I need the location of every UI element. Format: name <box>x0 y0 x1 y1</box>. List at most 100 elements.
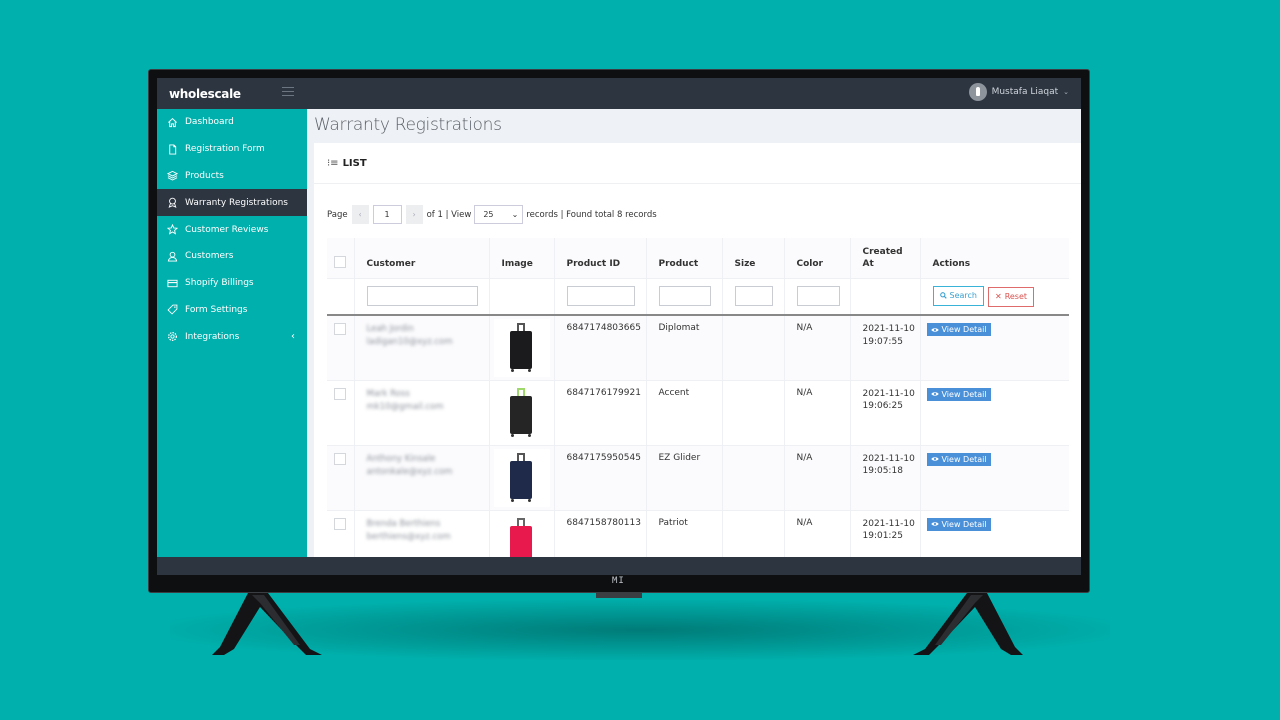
customer-email: mk10@gmail.com <box>366 401 444 412</box>
suitcase-wheel <box>527 433 531 437</box>
column-header-customer[interactable]: Customer <box>353 238 489 278</box>
sidebar-item-shopify-billings[interactable]: Shopify Billings <box>157 270 307 297</box>
tv-brand-logo: MI <box>612 576 625 586</box>
customer-email: ladigan10@xyz.com <box>366 337 453 347</box>
view-detail-button[interactable]: View Detail <box>926 452 991 466</box>
close-icon: ✕ <box>994 292 1002 302</box>
page-number-input[interactable]: 1 <box>372 205 402 224</box>
view-detail-label: View Detail <box>941 325 987 334</box>
sidebar-item-integrations[interactable]: Integrations ‹ <box>157 323 307 350</box>
tv-sensor-notch <box>596 593 642 598</box>
sidebar-item-warranty-registrations[interactable]: Warranty Registrations <box>157 189 307 217</box>
created-at-label: Created At <box>862 246 903 269</box>
view-detail-button[interactable]: View Detail <box>926 323 991 336</box>
suitcase-wheel <box>527 369 531 372</box>
star-icon <box>167 224 178 235</box>
view-detail-label: View Detail <box>941 519 987 529</box>
page-label: Page <box>327 209 348 220</box>
column-header-color[interactable]: Color <box>783 238 850 278</box>
top-navbar: wholescale Mustafa Liaqat ⌄ <box>157 78 1081 109</box>
product-image[interactable] <box>493 319 550 377</box>
filter-cell <box>645 277 722 316</box>
customer-cell: Mark Ross mk10@gmail.com <box>353 380 489 446</box>
search-icon <box>939 292 947 299</box>
created-date: 2021-11-10 <box>862 453 915 464</box>
card-title: LIST <box>342 157 367 169</box>
image-cell <box>488 445 554 511</box>
prev-page-button[interactable]: ‹ <box>351 205 369 224</box>
file-icon <box>167 144 178 155</box>
sidebar: Dashboard Registration Form Products War… <box>157 109 307 557</box>
sidebar-item-label: Customer Reviews <box>185 224 269 235</box>
sidebar-item-label: Shopify Billings <box>185 278 254 289</box>
page-size-value: 25 <box>483 210 494 219</box>
row-checkbox[interactable] <box>334 452 346 465</box>
size-filter-input[interactable] <box>734 286 773 307</box>
sidebar-item-customer-reviews[interactable]: Customer Reviews <box>157 216 307 243</box>
list-card: ⁝≡ LIST Page ‹ 1 › of 1 | View 25 ⌄ reco… <box>314 143 1081 557</box>
row-checkbox[interactable] <box>334 323 346 335</box>
menu-toggle-icon[interactable] <box>282 87 294 97</box>
gear-icon <box>167 331 178 342</box>
reset-button[interactable]: ✕ Reset <box>987 286 1035 307</box>
product-image[interactable] <box>493 448 550 507</box>
sidebar-item-customers[interactable]: Customers <box>157 243 307 270</box>
table-header-row: Customer Image Product ID Product Size C… <box>327 238 1069 278</box>
filter-cell <box>327 277 354 316</box>
view-detail-button[interactable]: View Detail <box>926 387 991 401</box>
product-filter-input[interactable] <box>658 286 711 307</box>
filter-cell <box>849 277 920 316</box>
product-id-filter-input[interactable] <box>566 286 635 307</box>
main-content: Warranty Registrations ⁝≡ LIST Page ‹ 1 … <box>307 109 1081 557</box>
next-page-button[interactable]: › <box>405 205 423 224</box>
sidebar-item-label: Registration Form <box>185 144 265 155</box>
brand-logo[interactable]: wholescale <box>169 87 241 101</box>
customer-cell: Brenda Berthiens berthiens@xyz.com <box>353 510 489 557</box>
created-time: 19:01:25 <box>862 531 903 541</box>
sidebar-item-label: Customers <box>185 251 234 262</box>
color-filter-input[interactable] <box>796 286 840 307</box>
select-all-checkbox[interactable] <box>334 256 346 269</box>
sidebar-item-form-settings[interactable]: Form Settings <box>157 297 307 324</box>
sidebar-item-registration-form[interactable]: Registration Form <box>157 136 307 163</box>
view-detail-label: View Detail <box>941 389 987 399</box>
user-menu[interactable]: Mustafa Liaqat ⌄ <box>968 83 1069 101</box>
search-button[interactable]: Search <box>932 285 984 306</box>
created-date: 2021-11-10 <box>862 518 915 529</box>
product-image[interactable] <box>493 513 550 557</box>
filter-cell <box>721 277 784 316</box>
column-header-created-at[interactable]: Created At <box>849 238 920 278</box>
layers-icon <box>167 170 178 181</box>
suitcase-wheel <box>510 369 514 372</box>
filter-cell <box>783 277 850 316</box>
column-header-product-id[interactable]: Product ID <box>553 238 646 278</box>
sidebar-item-products[interactable]: Products <box>157 163 307 190</box>
column-header-product[interactable]: Product <box>645 238 722 278</box>
product-image[interactable] <box>493 383 550 442</box>
product-cell: Diplomat <box>645 315 722 381</box>
warranty-table: Customer Image Product ID Product Size C… <box>327 238 1069 557</box>
customer-filter-input[interactable] <box>366 286 478 307</box>
sidebar-item-label: Form Settings <box>185 304 248 315</box>
filter-cell: Search ✕ Reset <box>919 277 1069 316</box>
view-detail-button[interactable]: View Detail <box>926 517 991 531</box>
row-checkbox[interactable] <box>334 387 346 400</box>
size-cell <box>721 445 784 511</box>
page-size-select[interactable]: 25 ⌄ <box>474 205 524 224</box>
created-at-cell: 2021-11-10 19:07:55 <box>849 315 920 381</box>
column-header-size[interactable]: Size <box>721 238 784 278</box>
created-date: 2021-11-10 <box>862 388 915 399</box>
row-checkbox[interactable] <box>334 517 346 530</box>
app-screen: wholescale Mustafa Liaqat ⌄ Dashboard Re… <box>157 78 1081 557</box>
eye-icon <box>930 457 939 461</box>
list-icon: ⁝≡ <box>327 157 339 169</box>
color-cell: N/A <box>783 510 850 557</box>
column-header-image: Image <box>488 238 554 278</box>
table-filter-row: Search ✕ Reset <box>327 277 1069 316</box>
sidebar-item-dashboard[interactable]: Dashboard <box>157 109 307 136</box>
suitcase-body <box>509 460 532 499</box>
customer-name: Anthony Kinsale <box>366 453 436 464</box>
filter-cell <box>553 277 646 316</box>
user-name: Mustafa Liaqat <box>991 87 1059 97</box>
award-icon <box>167 197 178 209</box>
